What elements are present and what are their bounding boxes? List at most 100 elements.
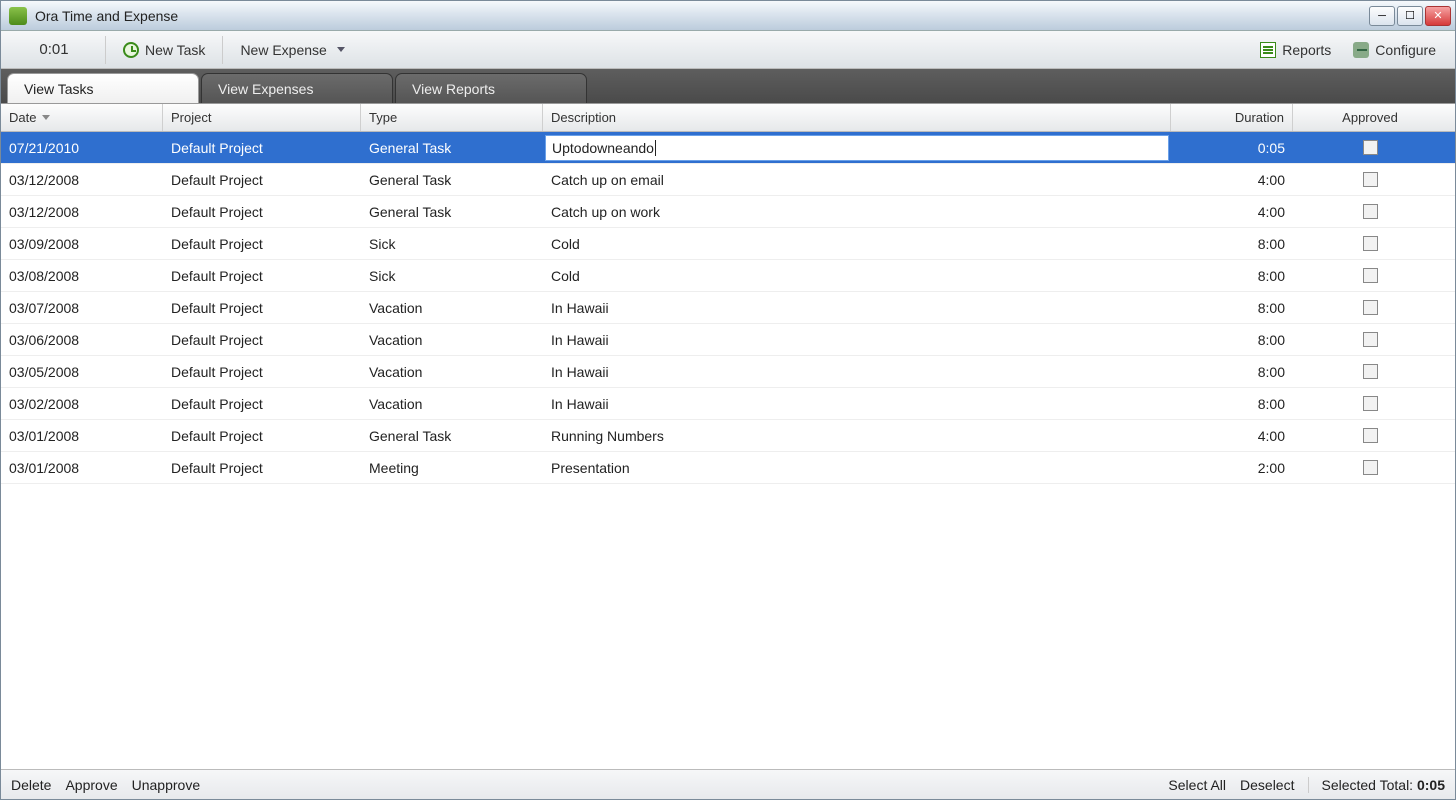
col-header-approved[interactable]: Approved xyxy=(1293,104,1447,131)
cell-project[interactable]: Default Project xyxy=(163,268,361,284)
cell-project[interactable]: Default Project xyxy=(163,140,361,156)
delete-button[interactable]: Delete xyxy=(11,777,51,793)
col-header-project[interactable]: Project xyxy=(163,104,361,131)
cell-description[interactable]: Uptodowneando xyxy=(543,135,1171,161)
cell-duration[interactable]: 8:00 xyxy=(1171,332,1293,348)
table-row[interactable]: 07/21/2010Default ProjectGeneral TaskUpt… xyxy=(1,132,1455,164)
table-row[interactable]: 03/08/2008Default ProjectSickCold8:00 xyxy=(1,260,1455,292)
cell-project[interactable]: Default Project xyxy=(163,204,361,220)
minimize-button[interactable]: ─ xyxy=(1369,6,1395,26)
cell-date[interactable]: 03/12/2008 xyxy=(1,172,163,188)
col-header-duration[interactable]: Duration xyxy=(1171,104,1293,131)
cell-date[interactable]: 03/01/2008 xyxy=(1,460,163,476)
tab-view-reports[interactable]: View Reports xyxy=(395,73,587,103)
cell-description[interactable]: Catch up on email xyxy=(543,172,1171,188)
cell-duration[interactable]: 8:00 xyxy=(1171,268,1293,284)
cell-project[interactable]: Default Project xyxy=(163,396,361,412)
cell-description[interactable]: Presentation xyxy=(543,460,1171,476)
cell-type[interactable]: Vacation xyxy=(361,396,543,412)
close-button[interactable]: ✕ xyxy=(1425,6,1451,26)
table-row[interactable]: 03/01/2008Default ProjectGeneral TaskRun… xyxy=(1,420,1455,452)
approved-checkbox[interactable] xyxy=(1363,204,1378,219)
table-row[interactable]: 03/05/2008Default ProjectVacationIn Hawa… xyxy=(1,356,1455,388)
cell-date[interactable]: 03/06/2008 xyxy=(1,332,163,348)
cell-date[interactable]: 03/07/2008 xyxy=(1,300,163,316)
table-row[interactable]: 03/12/2008Default ProjectGeneral TaskCat… xyxy=(1,196,1455,228)
approved-checkbox[interactable] xyxy=(1363,460,1378,475)
cell-date[interactable]: 03/12/2008 xyxy=(1,204,163,220)
col-header-description[interactable]: Description xyxy=(543,104,1171,131)
cell-type[interactable]: General Task xyxy=(361,428,543,444)
deselect-button[interactable]: Deselect xyxy=(1240,777,1294,793)
approved-checkbox[interactable] xyxy=(1363,172,1378,187)
cell-description[interactable]: Catch up on work xyxy=(543,204,1171,220)
cell-duration[interactable]: 2:00 xyxy=(1171,460,1293,476)
cell-description[interactable]: In Hawaii xyxy=(543,396,1171,412)
approved-checkbox[interactable] xyxy=(1363,236,1378,251)
cell-project[interactable]: Default Project xyxy=(163,428,361,444)
reports-button[interactable]: Reports xyxy=(1249,35,1342,65)
cell-description[interactable]: Cold xyxy=(543,268,1171,284)
table-row[interactable]: 03/02/2008Default ProjectVacationIn Hawa… xyxy=(1,388,1455,420)
cell-project[interactable]: Default Project xyxy=(163,460,361,476)
cell-description[interactable]: Running Numbers xyxy=(543,428,1171,444)
configure-button[interactable]: Configure xyxy=(1342,35,1447,65)
cell-duration[interactable]: 4:00 xyxy=(1171,172,1293,188)
cell-type[interactable]: General Task xyxy=(361,140,543,156)
cell-duration[interactable]: 4:00 xyxy=(1171,204,1293,220)
cell-duration[interactable]: 8:00 xyxy=(1171,300,1293,316)
cell-type[interactable]: Vacation xyxy=(361,332,543,348)
cell-date[interactable]: 03/02/2008 xyxy=(1,396,163,412)
approved-checkbox[interactable] xyxy=(1363,364,1378,379)
approved-checkbox[interactable] xyxy=(1363,428,1378,443)
cell-type[interactable]: Vacation xyxy=(361,300,543,316)
approve-button[interactable]: Approve xyxy=(65,777,117,793)
table-row[interactable]: 03/06/2008Default ProjectVacationIn Hawa… xyxy=(1,324,1455,356)
select-all-button[interactable]: Select All xyxy=(1168,777,1226,793)
description-input[interactable]: Uptodowneando xyxy=(545,135,1169,161)
approved-checkbox[interactable] xyxy=(1363,396,1378,411)
approved-checkbox[interactable] xyxy=(1363,332,1378,347)
cell-description[interactable]: In Hawaii xyxy=(543,300,1171,316)
cell-type[interactable]: General Task xyxy=(361,204,543,220)
cell-project[interactable]: Default Project xyxy=(163,172,361,188)
tab-view-tasks[interactable]: View Tasks xyxy=(7,73,199,103)
cell-type[interactable]: Sick xyxy=(361,236,543,252)
cell-type[interactable]: Sick xyxy=(361,268,543,284)
cell-duration[interactable]: 8:00 xyxy=(1171,396,1293,412)
cell-duration[interactable]: 8:00 xyxy=(1171,364,1293,380)
table-row[interactable]: 03/07/2008Default ProjectVacationIn Hawa… xyxy=(1,292,1455,324)
new-task-label: New Task xyxy=(145,42,205,58)
col-header-type[interactable]: Type xyxy=(361,104,543,131)
cell-duration[interactable]: 8:00 xyxy=(1171,236,1293,252)
cell-type[interactable]: Vacation xyxy=(361,364,543,380)
cell-description[interactable]: In Hawaii xyxy=(543,332,1171,348)
table-row[interactable]: 03/01/2008Default ProjectMeetingPresenta… xyxy=(1,452,1455,484)
cell-project[interactable]: Default Project xyxy=(163,300,361,316)
col-header-date[interactable]: Date xyxy=(1,104,163,131)
cell-description[interactable]: In Hawaii xyxy=(543,364,1171,380)
cell-type[interactable]: General Task xyxy=(361,172,543,188)
cell-duration[interactable]: 4:00 xyxy=(1171,428,1293,444)
cell-project[interactable]: Default Project xyxy=(163,332,361,348)
unapprove-button[interactable]: Unapprove xyxy=(132,777,201,793)
cell-type[interactable]: Meeting xyxy=(361,460,543,476)
cell-project[interactable]: Default Project xyxy=(163,364,361,380)
cell-duration[interactable]: 0:05 xyxy=(1171,140,1293,156)
new-task-button[interactable]: New Task xyxy=(112,35,216,65)
approved-checkbox[interactable] xyxy=(1363,268,1378,283)
approved-checkbox[interactable] xyxy=(1363,140,1378,155)
table-row[interactable]: 03/09/2008Default ProjectSickCold8:00 xyxy=(1,228,1455,260)
maximize-button[interactable]: ☐ xyxy=(1397,6,1423,26)
cell-date[interactable]: 07/21/2010 xyxy=(1,140,163,156)
table-row[interactable]: 03/12/2008Default ProjectGeneral TaskCat… xyxy=(1,164,1455,196)
cell-date[interactable]: 03/09/2008 xyxy=(1,236,163,252)
cell-date[interactable]: 03/08/2008 xyxy=(1,268,163,284)
cell-description[interactable]: Cold xyxy=(543,236,1171,252)
approved-checkbox[interactable] xyxy=(1363,300,1378,315)
tab-view-expenses[interactable]: View Expenses xyxy=(201,73,393,103)
new-expense-button[interactable]: New Expense xyxy=(229,35,355,65)
cell-date[interactable]: 03/05/2008 xyxy=(1,364,163,380)
cell-project[interactable]: Default Project xyxy=(163,236,361,252)
cell-date[interactable]: 03/01/2008 xyxy=(1,428,163,444)
